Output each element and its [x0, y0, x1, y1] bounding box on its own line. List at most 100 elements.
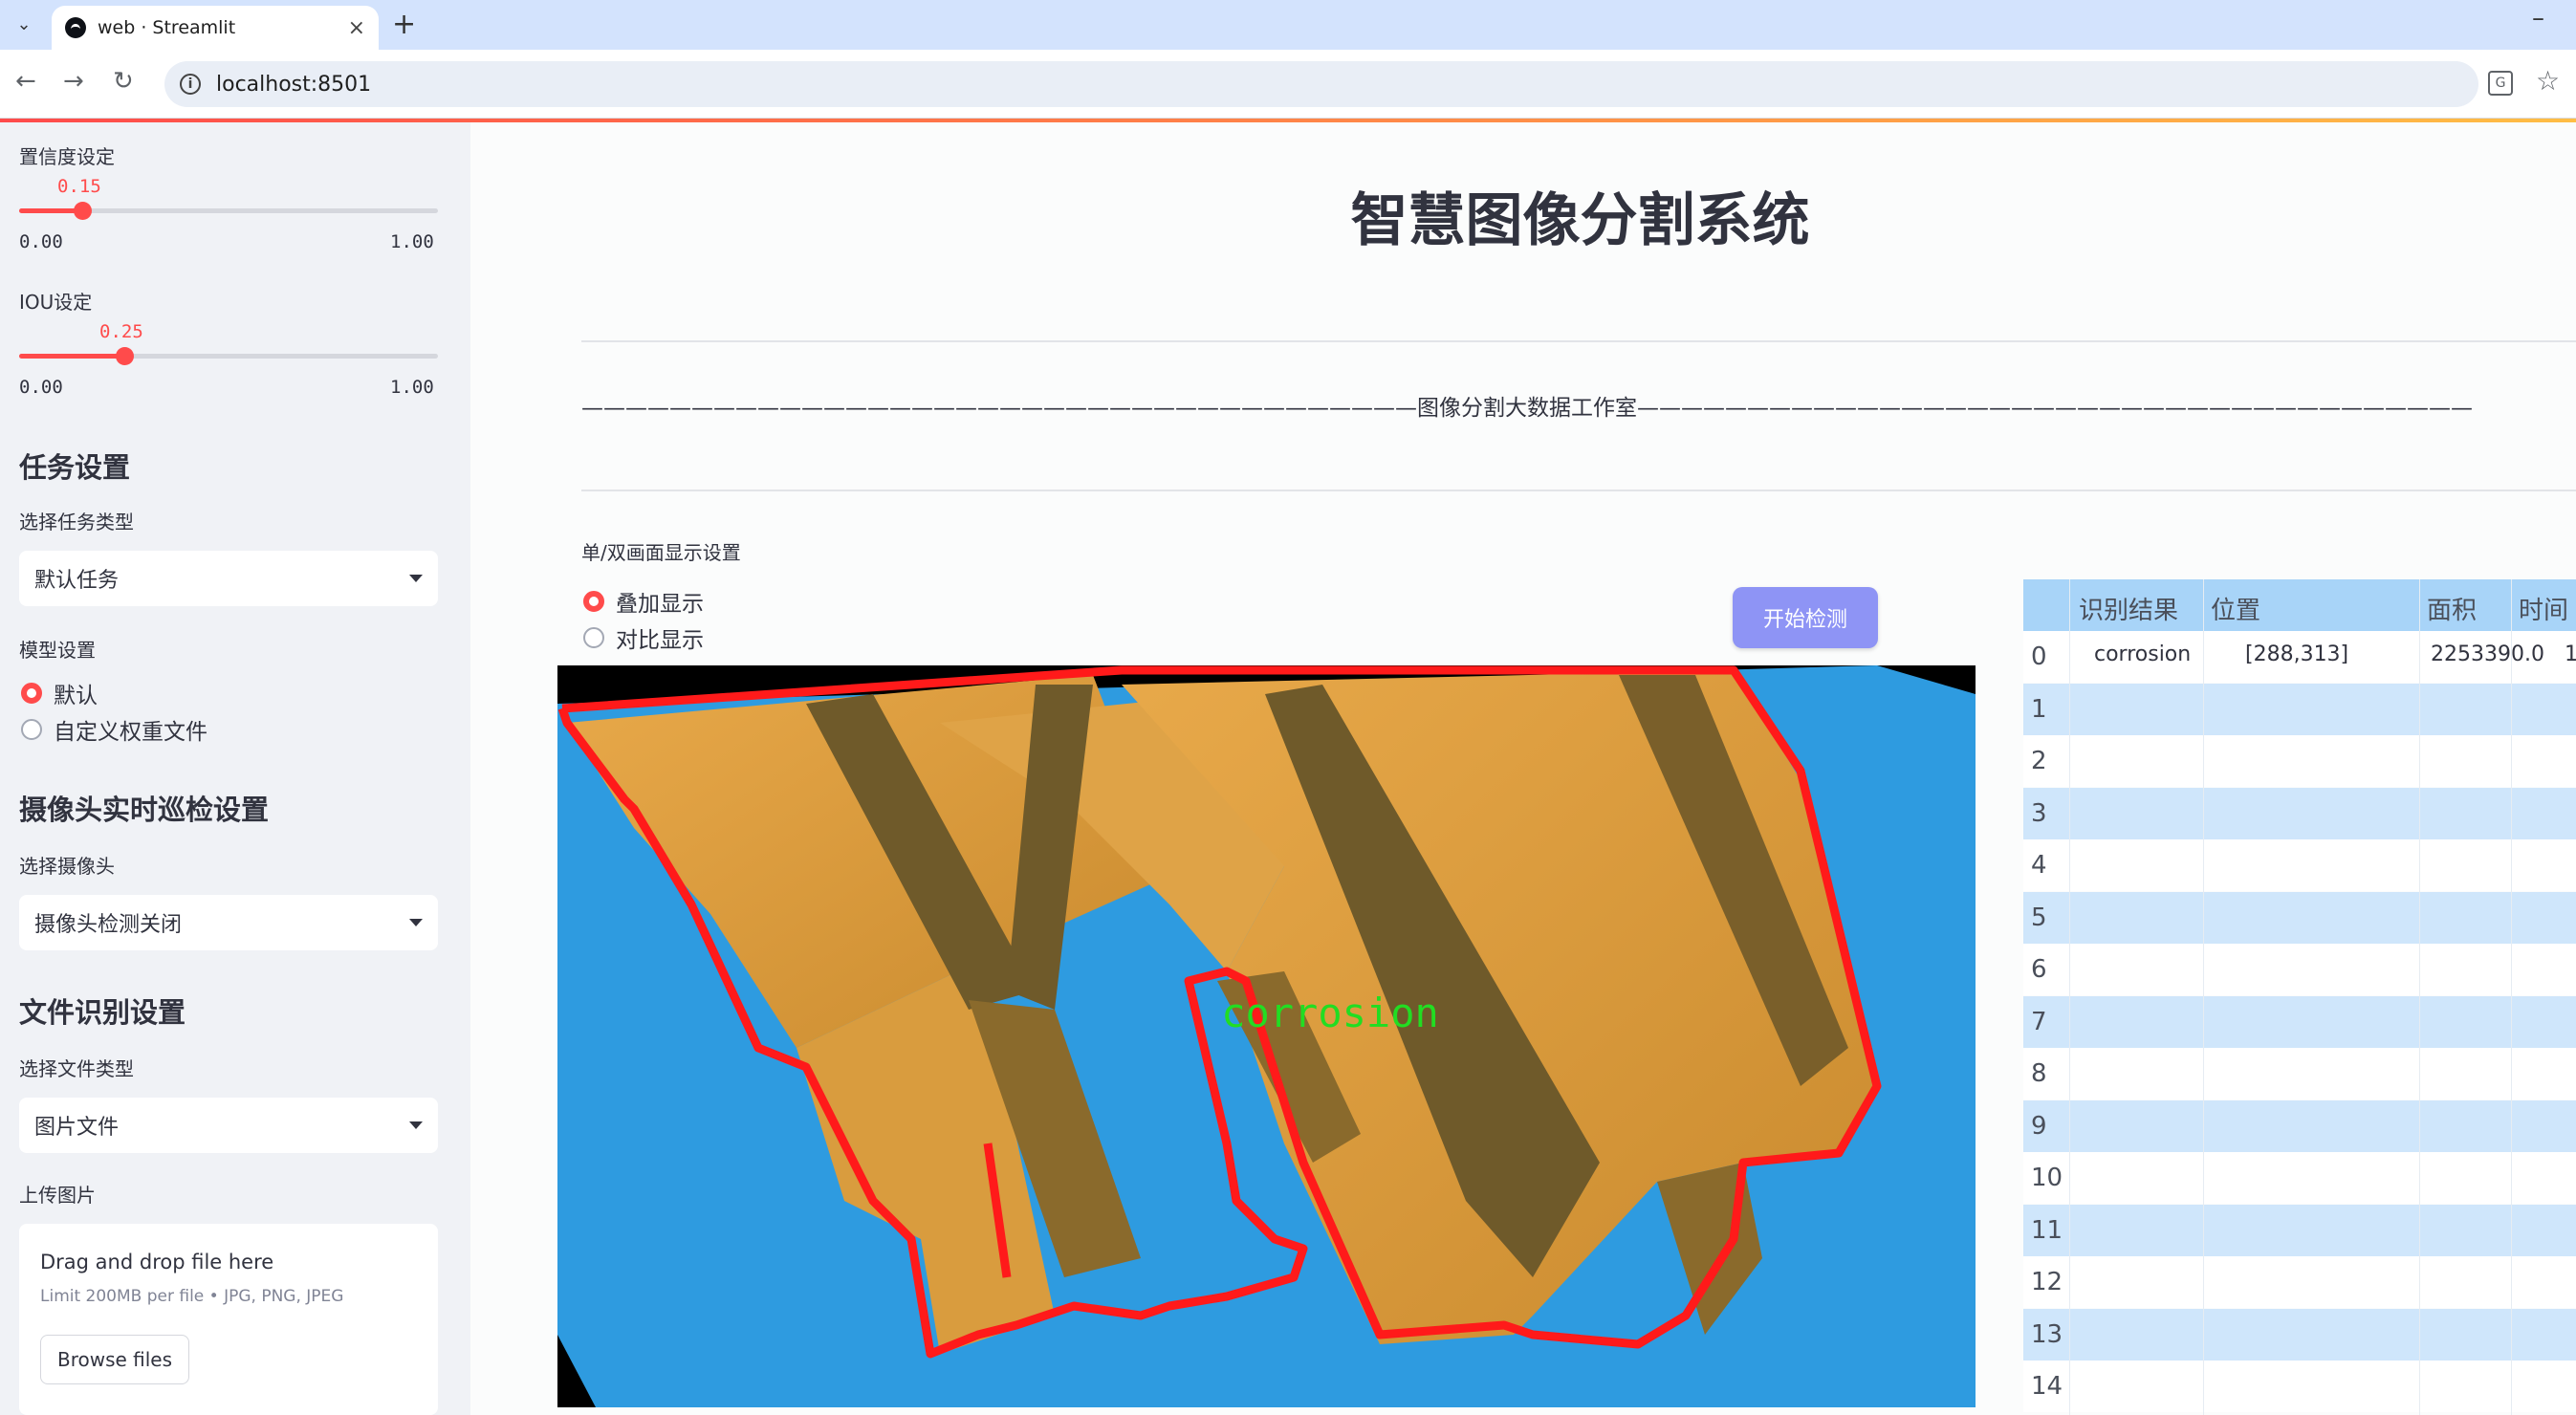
- iou-slider-thumb[interactable]: [115, 347, 134, 365]
- table-row[interactable]: 4: [2023, 839, 2576, 891]
- model-option-custom[interactable]: 自定义权重文件: [21, 713, 207, 746]
- segmentation-result-image: corrosion: [557, 665, 1976, 1407]
- camera-value: 摄像头检测关闭: [34, 913, 183, 937]
- site-info-icon[interactable]: i: [180, 74, 201, 95]
- display-option-overlay[interactable]: 叠加显示: [583, 585, 704, 618]
- table-row[interactable]: 10: [2023, 1152, 2576, 1204]
- radio-selected-icon: [583, 591, 604, 612]
- chevron-down-icon: [409, 1121, 423, 1129]
- reload-icon[interactable]: ↻: [113, 67, 134, 96]
- confidence-max: 1.00: [390, 231, 434, 252]
- model-label: 模型设置: [19, 639, 96, 662]
- column-divider: [2203, 579, 2204, 1415]
- file-type-label: 选择文件类型: [19, 1057, 134, 1080]
- iou-max: 1.00: [390, 377, 434, 398]
- display-option-label: 对比显示: [616, 628, 704, 653]
- table-row[interactable]: 13: [2023, 1308, 2576, 1361]
- tab-search-chevron-icon[interactable]: ⌄: [6, 6, 42, 42]
- display-option-compare[interactable]: 对比显示: [583, 621, 704, 654]
- task-heading: 任务设置: [19, 451, 131, 484]
- task-type-value: 默认任务: [34, 569, 120, 593]
- browser-address-bar: ← → ↻ i localhost:8501 G ☆: [0, 50, 2576, 119]
- translate-icon[interactable]: G: [2488, 71, 2513, 96]
- table-cell-result: corrosion: [2094, 642, 2192, 666]
- confidence-min: 0.00: [19, 231, 63, 252]
- back-arrow-icon[interactable]: ←: [15, 67, 36, 96]
- table-row[interactable]: 7: [2023, 995, 2576, 1048]
- row-index: 1: [2031, 694, 2047, 724]
- confidence-slider-fill: [19, 208, 82, 213]
- row-index: 4: [2031, 851, 2047, 880]
- table-row[interactable]: 14: [2023, 1361, 2576, 1412]
- model-option-default[interactable]: 默认: [21, 677, 98, 709]
- app-page: 置信度设定 0.15 0.00 1.00 IOU设定 0.25 0.00 1.0…: [0, 119, 2576, 1415]
- confidence-slider-thumb[interactable]: [73, 202, 92, 220]
- dropzone-title: Drag and drop file here: [40, 1251, 274, 1274]
- table-row[interactable]: 1: [2023, 683, 2576, 735]
- model-option-label: 默认: [54, 684, 98, 708]
- row-index: 0: [2031, 642, 2047, 671]
- close-tab-icon[interactable]: ×: [348, 16, 365, 40]
- column-divider: [2419, 579, 2420, 1415]
- confidence-slider[interactable]: [19, 202, 438, 220]
- chevron-down-icon: [409, 575, 423, 582]
- column-header[interactable]: 识别结果: [2079, 591, 2178, 626]
- file-type-value: 图片文件: [34, 1116, 120, 1140]
- iou-slider-fill: [19, 354, 124, 359]
- radio-unselected-icon: [21, 719, 42, 740]
- row-index: 12: [2031, 1268, 2063, 1296]
- browse-files-button[interactable]: Browse files: [40, 1335, 189, 1384]
- table-row[interactable]: 12: [2023, 1256, 2576, 1308]
- new-tab-icon[interactable]: +: [392, 8, 416, 41]
- table-row[interactable]: 3: [2023, 787, 2576, 839]
- segmentation-canvas: corrosion: [557, 665, 1976, 1407]
- table-row[interactable]: 0 corrosion [288,313] 2253390.0 1: [2023, 631, 2576, 683]
- task-type-select[interactable]: 默认任务: [19, 551, 438, 606]
- table-row[interactable]: 8: [2023, 1048, 2576, 1099]
- row-index: 7: [2031, 1007, 2047, 1036]
- minimize-window-icon[interactable]: –: [2532, 4, 2544, 33]
- table-cell-position: [288,313]: [2245, 642, 2349, 666]
- tab-title: web · Streamlit: [98, 17, 236, 38]
- row-index: 10: [2031, 1164, 2063, 1192]
- bookmark-star-icon[interactable]: ☆: [2536, 65, 2560, 97]
- camera-heading: 摄像头实时巡检设置: [19, 794, 270, 826]
- row-index: 6: [2031, 955, 2047, 984]
- column-header[interactable]: 时间: [2519, 591, 2568, 626]
- table-row[interactable]: 5: [2023, 891, 2576, 944]
- browser-tab-bar: ⌄ web · Streamlit × + –: [0, 0, 2576, 50]
- model-option-label: 自定义权重文件: [54, 720, 207, 745]
- row-index: 13: [2031, 1319, 2063, 1349]
- browser-tab[interactable]: web · Streamlit ×: [52, 6, 379, 50]
- start-detection-button[interactable]: 开始检测: [1733, 587, 1878, 648]
- table-header: 识别结果 位置 面积 时间: [2023, 579, 2576, 631]
- divider: [581, 340, 2576, 342]
- column-divider: [2069, 579, 2070, 1415]
- display-mode-label: 单/双画面显示设置: [581, 541, 741, 564]
- iou-slider[interactable]: [19, 347, 438, 365]
- file-type-select[interactable]: 图片文件: [19, 1098, 438, 1153]
- confidence-value: 0.15: [57, 176, 101, 197]
- studio-banner: ——————————————————————————————————————图像…: [581, 396, 2473, 421]
- camera-select[interactable]: 摄像头检测关闭: [19, 895, 438, 950]
- file-dropzone[interactable]: Drag and drop file here Limit 200MB per …: [19, 1224, 438, 1415]
- row-index: 11: [2031, 1215, 2063, 1245]
- display-option-label: 叠加显示: [616, 592, 704, 617]
- radio-unselected-icon: [583, 627, 604, 648]
- column-header[interactable]: 位置: [2211, 591, 2260, 626]
- table-cell-time: 1: [2565, 642, 2576, 666]
- results-table[interactable]: 识别结果 位置 面积 时间 0 corrosion [288,313] 2253390…: [2023, 579, 2576, 1415]
- upload-label: 上传图片: [19, 1184, 96, 1207]
- page-title: 智慧图像分割系统: [1350, 187, 1810, 254]
- task-type-label: 选择任务类型: [19, 511, 134, 533]
- table-row[interactable]: 6: [2023, 944, 2576, 995]
- row-index: 3: [2031, 798, 2047, 828]
- divider: [581, 490, 2576, 491]
- sidebar: 置信度设定 0.15 0.00 1.00 IOU设定 0.25 0.00 1.0…: [0, 122, 470, 1415]
- url-field[interactable]: i localhost:8501: [164, 61, 2478, 107]
- forward-arrow-icon[interactable]: →: [63, 67, 84, 96]
- table-row[interactable]: 9: [2023, 1099, 2576, 1152]
- table-row[interactable]: 2: [2023, 735, 2576, 787]
- column-header[interactable]: 面积: [2427, 591, 2477, 626]
- table-row[interactable]: 11: [2023, 1204, 2576, 1256]
